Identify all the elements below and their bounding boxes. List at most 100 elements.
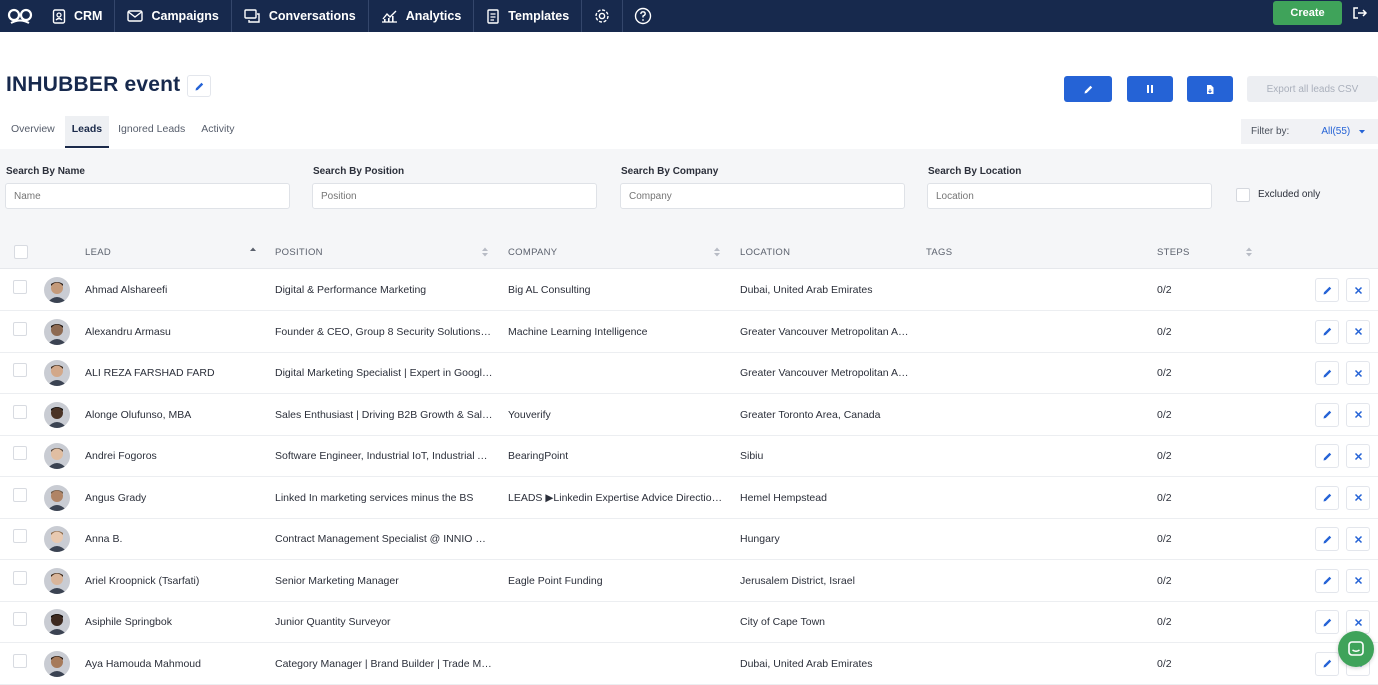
lead-name[interactable]: Aya Hamouda Mahmoud <box>85 658 265 670</box>
column-position[interactable]: POSITION <box>275 247 323 258</box>
lead-steps: 0/2 <box>1157 616 1172 628</box>
lead-name[interactable]: Andrei Fogoros <box>85 450 265 462</box>
lead-name[interactable]: Angus Grady <box>85 492 265 504</box>
row-checkbox[interactable] <box>13 280 27 294</box>
nav-analytics[interactable]: Analytics <box>369 0 475 32</box>
close-icon <box>1354 576 1362 585</box>
table-row[interactable]: Aya Hamouda Mahmoud Category Manager | Br… <box>0 643 1378 685</box>
table-row[interactable]: Alexandru Armasu Founder & CEO, Group 8 S… <box>0 311 1378 353</box>
lead-name[interactable]: Asiphile Springbok <box>85 616 265 628</box>
table-row[interactable]: Alonge Olufunso, MBA Sales Enthusiast | D… <box>0 394 1378 436</box>
remove-lead-button[interactable] <box>1346 361 1370 385</box>
remove-lead-button[interactable] <box>1346 278 1370 302</box>
analytics-icon <box>381 10 397 23</box>
row-checkbox[interactable] <box>13 321 27 336</box>
edit-lead-button[interactable] <box>1315 319 1339 344</box>
logout-button[interactable] <box>1352 6 1368 25</box>
filter-dropdown[interactable]: Filter by: All(55) <box>1241 119 1378 144</box>
nav-campaigns[interactable]: Campaigns <box>115 0 232 32</box>
remove-lead-button[interactable] <box>1346 485 1370 510</box>
row-checkbox[interactable] <box>13 363 27 377</box>
table-row[interactable]: Anna B. Contract Management Specialist @ … <box>0 519 1378 560</box>
pencil-icon <box>1323 410 1331 419</box>
search-location-input[interactable] <box>927 183 1212 209</box>
search-position-input[interactable] <box>312 183 597 209</box>
edit-title-button[interactable] <box>187 75 211 97</box>
remove-lead-button[interactable] <box>1346 444 1370 468</box>
search-company-input[interactable] <box>620 183 905 209</box>
tab-overview[interactable]: Overview <box>0 116 62 148</box>
table-row[interactable]: Ahmad Alshareefi Digital & Performance Ma… <box>0 270 1378 311</box>
row-checkbox[interactable] <box>13 612 27 626</box>
remove-lead-button[interactable] <box>1346 402 1370 427</box>
tab-ignored-leads[interactable]: Ignored Leads <box>111 116 192 148</box>
pause-campaign-button[interactable] <box>1127 76 1173 102</box>
row-checkbox[interactable] <box>13 529 27 543</box>
column-location[interactable]: LOCATION <box>740 247 790 258</box>
edit-lead-button[interactable] <box>1315 402 1339 427</box>
sort-icon[interactable] <box>481 246 489 258</box>
lead-location: Greater Vancouver Metropolitan Area <box>740 367 910 379</box>
row-checkbox[interactable] <box>13 653 27 668</box>
table-row[interactable]: Andrei Fogoros Software Engineer, Industr… <box>0 436 1378 477</box>
settings-button[interactable] <box>582 0 624 32</box>
row-checkbox[interactable] <box>13 487 27 502</box>
nav-crm[interactable]: CRM <box>40 0 116 32</box>
pencil-icon <box>1323 618 1331 626</box>
edit-lead-button[interactable] <box>1315 568 1339 593</box>
create-button[interactable]: Create <box>1273 1 1342 25</box>
edit-lead-button[interactable] <box>1315 651 1339 676</box>
lead-name[interactable]: Ahmad Alshareefi <box>85 284 265 296</box>
lead-name[interactable]: Anna B. <box>85 533 265 545</box>
sort-icon[interactable] <box>1245 246 1253 258</box>
nav-templates[interactable]: Templates <box>474 0 583 32</box>
pause-icon <box>1147 85 1153 93</box>
app-logo[interactable] <box>0 0 40 32</box>
edit-lead-button[interactable] <box>1315 361 1339 385</box>
remove-lead-button[interactable] <box>1346 568 1370 593</box>
column-company[interactable]: COMPANY <box>508 247 557 258</box>
column-steps[interactable]: STEPS <box>1157 247 1190 258</box>
lead-position: Sales Enthusiast | Driving B2B Growth & … <box>275 408 493 421</box>
help-button[interactable] <box>623 0 663 32</box>
file-icon <box>1207 84 1214 94</box>
lead-location: Greater Vancouver Metropolitan Area <box>740 325 910 338</box>
sort-asc-icon[interactable] <box>249 246 257 256</box>
tab-activity[interactable]: Activity <box>194 116 241 148</box>
lead-name[interactable]: Ariel Kroopnick (Tsarfati) <box>85 575 265 587</box>
nav-conversations[interactable]: Conversations <box>232 0 369 32</box>
logo-icon <box>7 8 33 24</box>
row-checkbox[interactable] <box>13 570 27 585</box>
row-checkbox[interactable] <box>13 404 27 419</box>
sort-icon[interactable] <box>713 246 721 258</box>
edit-lead-button[interactable] <box>1315 444 1339 468</box>
remove-lead-button[interactable] <box>1346 319 1370 344</box>
tab-leads[interactable]: Leads <box>64 116 110 148</box>
column-lead[interactable]: LEAD <box>85 247 111 258</box>
lead-company: LEADS ▶Linkedin Expertise Advice Directi… <box>508 491 726 504</box>
edit-lead-button[interactable] <box>1315 527 1339 551</box>
edit-lead-button[interactable] <box>1315 278 1339 302</box>
table-row[interactable]: Asiphile Springbok Junior Quantity Survey… <box>0 602 1378 643</box>
lead-location: Hungary <box>740 533 780 545</box>
lead-name[interactable]: ALI REZA FARSHAD FARD <box>85 367 265 379</box>
edit-lead-button[interactable] <box>1315 485 1339 510</box>
chat-widget-button[interactable] <box>1338 631 1374 667</box>
row-checkbox[interactable] <box>13 446 27 460</box>
table-row[interactable]: Angus Grady Linked In marketing services … <box>0 477 1378 519</box>
export-file-button[interactable] <box>1187 76 1233 102</box>
table-row[interactable]: Ariel Kroopnick (Tsarfati) Senior Marketi… <box>0 560 1378 602</box>
lead-name[interactable]: Alonge Olufunso, MBA <box>85 409 265 421</box>
lead-name[interactable]: Alexandru Armasu <box>85 326 265 338</box>
select-all-checkbox[interactable] <box>14 245 28 259</box>
excluded-only-checkbox[interactable] <box>1236 188 1250 202</box>
avatar <box>44 443 70 469</box>
edit-campaign-button[interactable] <box>1064 76 1112 102</box>
export-all-leads-button[interactable]: Export all leads CSV <box>1247 76 1378 102</box>
campaigns-icon <box>127 10 144 22</box>
edit-lead-button[interactable] <box>1315 610 1339 634</box>
remove-lead-button[interactable] <box>1346 527 1370 551</box>
search-name-input[interactable] <box>5 183 290 209</box>
lead-company: Machine Learning Intelligence <box>508 325 648 338</box>
table-row[interactable]: ALI REZA FARSHAD FARD Digital Marketing S… <box>0 353 1378 394</box>
